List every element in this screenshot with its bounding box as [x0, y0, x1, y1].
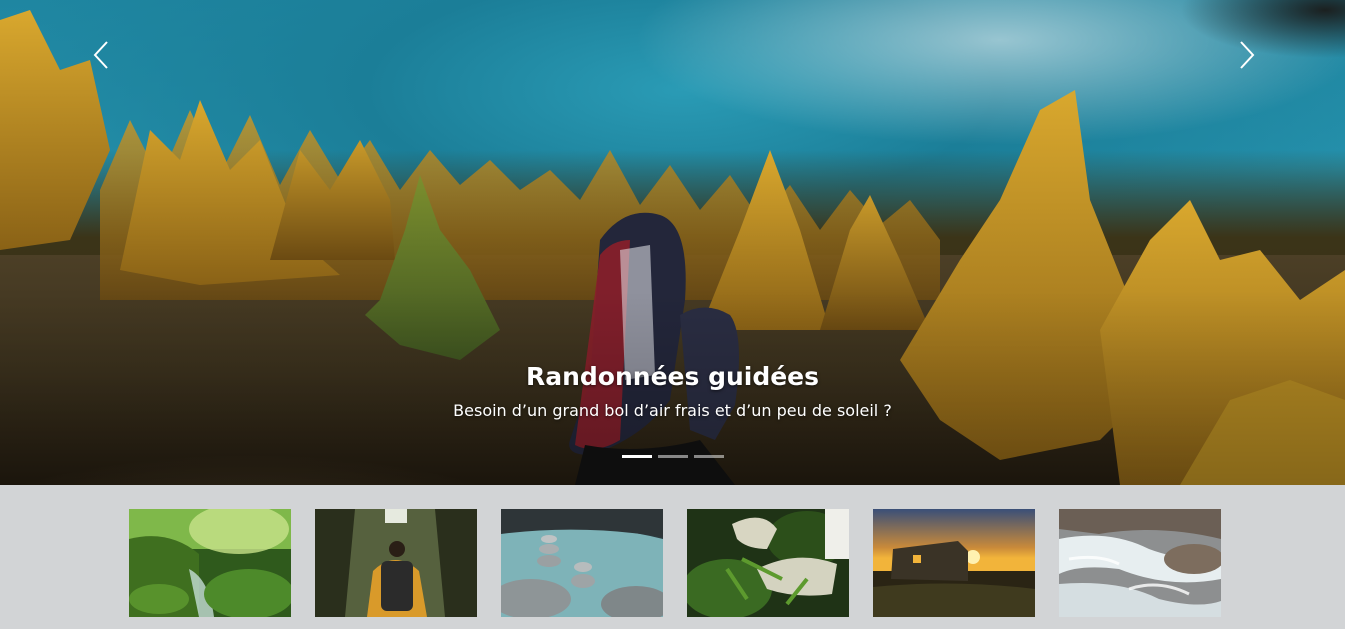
carousel-caption: Randonnées guidées Besoin d’un grand bol… [0, 360, 1345, 422]
carousel-indicator-2[interactable] [657, 455, 688, 458]
carousel-next-button[interactable] [1222, 30, 1272, 80]
thumbnail-rapids[interactable] [1059, 509, 1221, 617]
thumbnail-cabin[interactable] [873, 509, 1035, 617]
thumbnail-stones[interactable] [501, 509, 663, 617]
thumbnail-waterfall[interactable] [129, 509, 291, 617]
thumbnail-herbs[interactable] [687, 509, 849, 617]
carousel-indicator-3[interactable] [693, 455, 724, 458]
carousel-indicator-1[interactable] [621, 455, 652, 458]
chevron-right-icon [1240, 41, 1255, 69]
carousel-caption-title: Randonnées guidées [525, 362, 820, 391]
chevron-left-icon [93, 41, 108, 69]
hero-carousel: Randonnées guidées Besoin d’un grand bol… [0, 0, 1345, 485]
thumbnail-strip [129, 509, 1221, 617]
thumbnail-hiker[interactable] [315, 509, 477, 617]
carousel-caption-text: Besoin d’un grand bol d’air frais et d’u… [453, 401, 892, 420]
carousel-indicators [0, 455, 1345, 458]
carousel-prev-button[interactable] [76, 30, 126, 80]
